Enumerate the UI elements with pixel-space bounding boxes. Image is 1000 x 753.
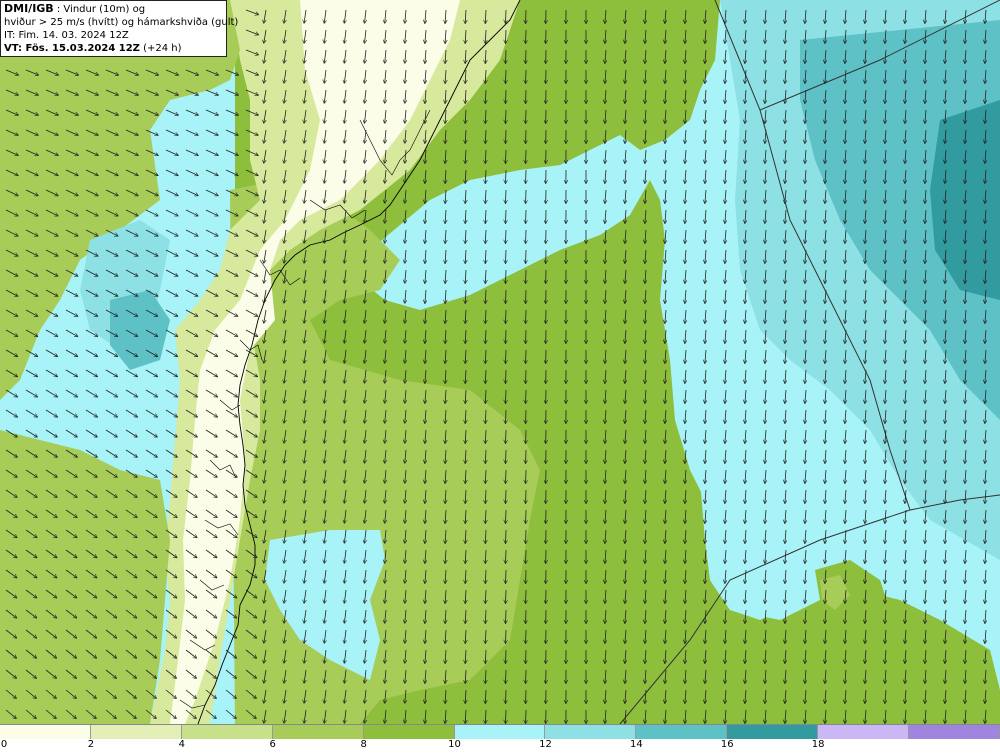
legend-swatch: [0, 725, 91, 739]
legend-tick-label: 0: [0, 739, 8, 750]
wind-arrow-icon: [506, 109, 507, 123]
wind-arrow-icon: [506, 669, 507, 683]
wind-arrow-icon: [506, 709, 507, 723]
legend-swatch: [727, 725, 819, 739]
wind-arrow-icon: [506, 629, 507, 643]
legend-tick-label: 16: [720, 739, 734, 750]
product-label: : Vindur (10m) og: [53, 4, 146, 15]
wind-arrow-icon: [506, 349, 507, 363]
wind-arrow-icon: [506, 609, 507, 623]
info-line-1: DMI/IGB : Vindur (10m) og: [4, 2, 223, 16]
legend-tick-label: 12: [539, 739, 552, 750]
legend-color-bar: [0, 724, 1000, 739]
wind-arrow-icon: [506, 149, 507, 163]
wind-arrow-icon: [506, 549, 507, 563]
wind-arrow-icon: [506, 9, 507, 23]
wind-arrow-icon: [506, 409, 507, 423]
wind-arrow-icon: [506, 509, 507, 523]
wind-arrow-icon: [506, 529, 507, 543]
wind-arrow-icon: [506, 689, 507, 703]
info-line-4: VT: Fös. 15.03.2024 12Z (+24 h): [4, 42, 223, 55]
wind-arrow-icon: [506, 249, 507, 263]
wind-arrow-icon: [506, 329, 507, 343]
wind-arrow-icon: [506, 189, 507, 203]
legend-tick-label: 2: [87, 739, 95, 750]
legend-swatch: [545, 725, 637, 739]
wind-arrow-icon: [506, 29, 507, 43]
legend-tick-label: 10: [448, 739, 461, 750]
wind-arrow-icon: [506, 309, 507, 323]
map-viewer: DMI/IGB : Vindur (10m) og hviður > 25 m/…: [0, 0, 1000, 753]
wind-arrow-icon: [506, 129, 507, 143]
wind-arrow-icon: [506, 569, 507, 583]
wind-arrow-icon: [506, 89, 507, 103]
wind-arrow-icon: [506, 169, 507, 183]
lead-time-label: (+24 h): [139, 43, 182, 54]
legend-swatch: [90, 725, 182, 739]
legend-swatch: [454, 725, 546, 739]
wind-arrow-icon: [506, 429, 507, 443]
wind-arrow-icon: [506, 229, 507, 243]
wind-arrow-icon: [506, 449, 507, 463]
color-scale-legend: 0 2 4 6 8 10 12 14 16 18: [0, 724, 1000, 753]
map-info-box: DMI/IGB : Vindur (10m) og hviður > 25 m/…: [0, 0, 239, 57]
wind-arrow-icon: [506, 469, 507, 483]
valid-time-label: VT: Fös. 15.03.2024 12Z: [4, 43, 140, 54]
legend-tick-label: 4: [178, 739, 185, 750]
wind-arrow-icon: [506, 649, 507, 663]
wind-arrow-icon: [506, 589, 507, 603]
legend-swatch: [272, 725, 364, 739]
legend-swatch: [909, 725, 1000, 739]
legend-swatch: [818, 725, 910, 739]
wind-arrow-icon: [506, 69, 507, 83]
wind-arrow-icon: [506, 209, 507, 223]
legend-tick-label: 8: [360, 739, 367, 750]
wind-arrow-icon: [506, 269, 507, 283]
legend-swatch: [363, 725, 455, 739]
legend-swatch: [181, 725, 273, 739]
legend-tick-label: 14: [629, 739, 643, 750]
wind-map: [0, 0, 1000, 724]
wind-arrow-icon: [506, 369, 507, 383]
legend-tick-label: 6: [269, 739, 276, 750]
wind-arrow-icon: [506, 389, 507, 403]
source-label: DMI/IGB: [4, 2, 54, 15]
legend-swatch: [636, 725, 728, 739]
wind-arrow-icon: [506, 289, 507, 303]
legend-tick-label: 18: [811, 739, 825, 750]
wind-arrow-icon: [506, 489, 507, 503]
info-line-2: hviður > 25 m/s (hvítt) og hámarkshviða …: [4, 17, 239, 28]
wind-arrow-icon: [506, 49, 507, 63]
info-line-3: IT: Fim. 14. 03. 2024 12Z: [4, 30, 129, 41]
